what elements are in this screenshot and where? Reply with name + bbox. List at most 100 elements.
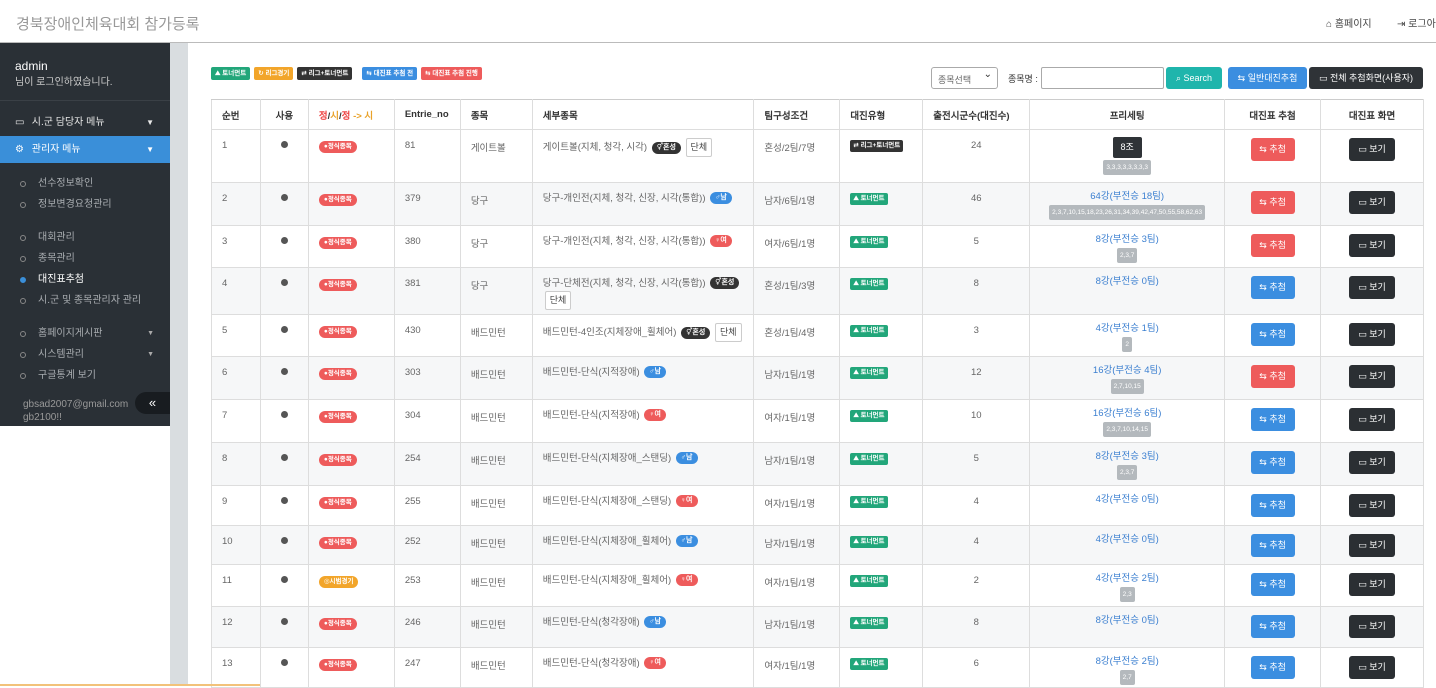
status-badge: ●정식종목 [318,537,357,549]
preset-group[interactable]: 8조 [1112,137,1142,158]
full-draw-screen-button[interactable]: ▭ 전체 추첨화면(사용자) [1309,67,1423,89]
use-dot [280,194,288,201]
cell-entry: 252 [393,525,461,565]
search-input[interactable] [1041,67,1164,89]
cell-preset: 4강(부전승 0팀) [1029,525,1226,565]
menu-city-manager[interactable]: ▭ 시.군 담당자 메뉴 ▼ [0,109,170,136]
view-button[interactable]: ▭ 보기 [1349,615,1396,638]
sidebar-collapse-button[interactable]: « [135,392,170,414]
cell-type: ⇄ 리그+토너먼트 [839,129,924,183]
cell-count: 4 [922,525,1031,565]
cell-status: ●정식종목 [307,314,395,357]
sidebar-item-competition[interactable]: 대회관리 [0,227,170,248]
status-badge: ●정식종목 [318,326,357,338]
preset-link[interactable]: 16강(부전승 4팀) [1093,365,1162,376]
general-draw-button[interactable]: ⇆ 일반대진추첨 [1228,67,1307,89]
view-button[interactable]: ▭ 보기 [1349,234,1396,257]
sidebar-item-board[interactable]: 홈페이지게시판 ▼ [0,323,170,344]
preset-link[interactable]: 8강(부전승 0팀) [1096,276,1159,287]
cell-draw: ⇆ 추첨 [1224,564,1322,607]
search-button[interactable]: ⌕ Search [1166,67,1222,89]
draw-button[interactable]: ⇆ 추첨 [1250,191,1295,214]
cell-detail: 배드민턴-단식(지체장애_스탠딩) ♂남 [531,442,755,486]
draw-button[interactable]: ⇆ 추첨 [1250,656,1295,679]
logout-link[interactable]: ⇥ 로그아 [1397,15,1436,30]
view-button[interactable]: ▭ 보기 [1349,276,1396,299]
sidebar-item-analytics[interactable]: 구글통계 보기 [0,365,170,386]
sidebar-item-managers[interactable]: 시.군 및 종목관리자 관리 [0,290,170,311]
view-button[interactable]: ▭ 보기 [1349,408,1396,431]
monitor-icon: ▭ [1358,540,1367,550]
draw-button[interactable]: ⇆ 추첨 [1250,276,1295,299]
cell-use [259,225,309,268]
view-button[interactable]: ▭ 보기 [1349,494,1396,517]
view-button[interactable]: ▭ 보기 [1349,451,1396,474]
draw-button[interactable]: ⇆ 추첨 [1250,408,1295,431]
cell-team: 남자/1팀/1명 [753,442,841,486]
draw-button[interactable]: ⇆ 추첨 [1250,323,1295,346]
home-link[interactable]: ⌂ 홈페이지 [1326,15,1372,30]
preset-link[interactable]: 64강(부전승 18팀) [1090,191,1164,202]
draw-button[interactable]: ⇆ 추첨 [1250,365,1295,388]
cell-detail: 당구-개인전(지체, 청각, 신장, 시각(통합)) ♀여 [531,225,755,268]
cell-team: 여자/6팀/1명 [753,225,841,268]
cell-detail: 배드민턴-단식(청각장애) ♀여 [531,647,755,688]
monitor-icon: ▭ [1358,457,1367,467]
view-button[interactable]: ▭ 보기 [1349,191,1396,214]
main-content: ⛰ 토너먼트 ↻ 리그경기 ⇄ 리그+토너먼트 ⇆ 대진표 추첨 전 ⇆ 대진표… [188,43,1436,688]
view-button[interactable]: ▭ 보기 [1349,323,1396,346]
draw-button[interactable]: ⇆ 추첨 [1250,234,1295,257]
sidebar-item-player-info[interactable]: 선수정보확인 [0,173,170,194]
preset-link[interactable]: 8강(부전승 0팀) [1096,615,1159,626]
sidebar-item-sports[interactable]: 종목관리 [0,248,170,269]
preset-link[interactable]: 16강(부전승 6팀) [1093,408,1162,419]
sidebar-item-change-requests[interactable]: 정보변경요청관리 [0,194,170,215]
cell-detail: 당구-개인전(지체, 청각, 신장, 시각(통합)) ♂남 [531,182,755,226]
sidebar-item-system[interactable]: 시스템관리 ▼ [0,344,170,365]
draw-button[interactable]: ⇆ 추첨 [1250,573,1295,596]
legend-draw-in-progress: ⇆ 대진표 추첨 진행 [421,67,482,80]
preset-link[interactable]: 8강(부전승 3팀) [1096,451,1159,462]
cell-use [259,442,309,486]
draw-button[interactable]: ⇆ 추첨 [1250,615,1295,638]
cell-entry: 379 [393,182,461,226]
monitor-icon: ▭ [1358,197,1367,207]
col-detail: 세부종목 [531,99,755,130]
draw-button[interactable]: ⇆ 추첨 [1250,138,1295,161]
use-dot [280,411,288,418]
app-title[interactable]: 경북장애인체육대회 참가등록 [16,13,200,34]
view-button[interactable]: ▭ 보기 [1349,365,1396,388]
draw-button[interactable]: ⇆ 추첨 [1250,451,1295,474]
gear-icon: ⚙ [15,144,24,155]
preset-detail: 2,7 [1119,670,1135,685]
draw-button[interactable]: ⇆ 추첨 [1250,494,1295,517]
cell-entry: 81 [393,129,461,183]
draw-button[interactable]: ⇆ 추첨 [1250,534,1295,557]
menu-admin[interactable]: ⚙ 관리자 메뉴 ▼ [0,136,170,163]
table-row: 2 ●정식종목 379 당구 당구-개인전(지체, 청각, 신장, 시각(통합)) ♂남… [211,182,1424,226]
sport-select[interactable]: 종목선택 [931,67,998,89]
cell-count: 10 [922,399,1031,443]
cell-no: 1 [211,129,261,183]
status-badge: ●정식종목 [318,497,357,509]
cell-sport: 배드민턴 [459,356,533,400]
sidebar-item-bracket-draw[interactable]: 대진표추첨 [0,269,170,290]
view-button[interactable]: ▭ 보기 [1349,534,1396,557]
cell-sport: 배드민턴 [459,399,533,443]
preset-detail: 2,3,7,10,14,15 [1103,422,1151,437]
view-button[interactable]: ▭ 보기 [1349,138,1396,161]
preset-link[interactable]: 4강(부전승 1팀) [1096,323,1159,334]
cell-entry: 304 [393,399,461,443]
cell-team: 여자/1팀/1명 [753,485,841,526]
preset-link[interactable]: 4강(부전승 0팀) [1096,534,1159,545]
cell-draw: ⇆ 추첨 [1224,267,1322,315]
preset-link[interactable]: 8강(부전승 2팀) [1096,656,1159,667]
preset-link[interactable]: 4강(부전승 0팀) [1096,494,1159,505]
preset-link[interactable]: 8강(부전승 3팀) [1096,234,1159,245]
view-button[interactable]: ▭ 보기 [1349,573,1396,596]
preset-link[interactable]: 4강(부전승 2팀) [1096,573,1159,584]
use-dot [280,368,288,375]
status-badge: ●정식종목 [318,141,357,153]
view-button[interactable]: ▭ 보기 [1349,656,1396,679]
status-badge: ●정식종목 [318,659,357,671]
